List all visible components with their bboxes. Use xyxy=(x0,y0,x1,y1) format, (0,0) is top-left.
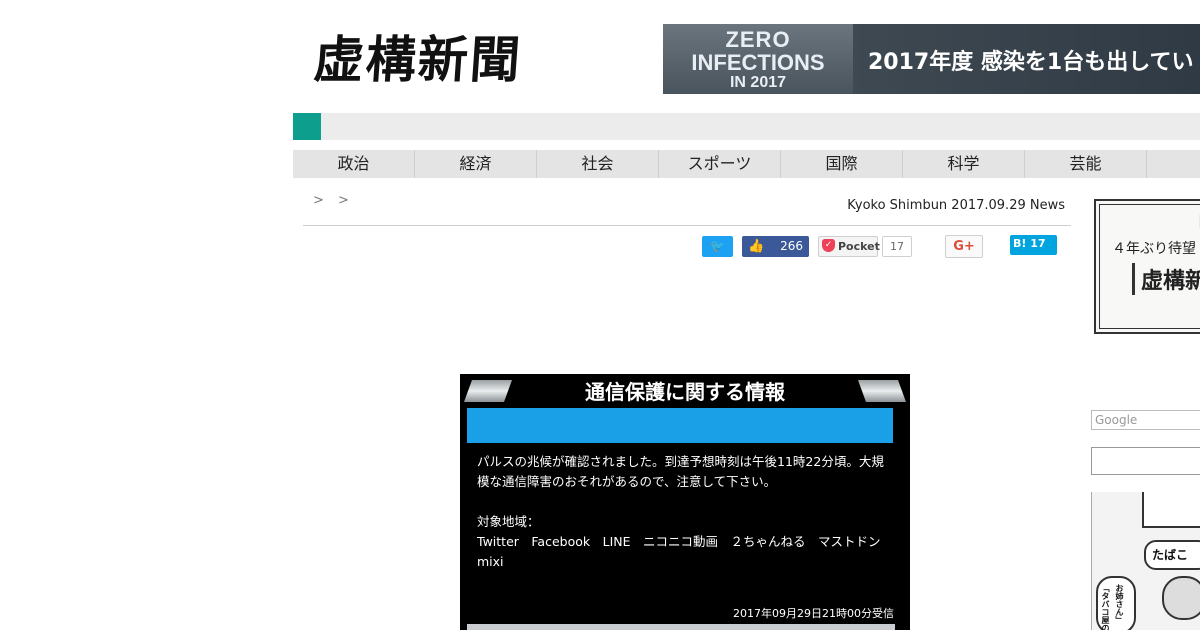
manga-bubble-text-2: 「タバコ屋の xyxy=(1101,584,1110,630)
pocket-save-button[interactable]: ✓ Pocket xyxy=(818,236,880,257)
breadcrumb[interactable]: > > xyxy=(313,193,349,208)
sidebar-ad-line2: ４年ぶり待望 xyxy=(1112,241,1196,257)
hatena-bookmark-button[interactable]: B! 17 xyxy=(1010,235,1057,255)
google-plus-button[interactable]: G+ xyxy=(945,235,983,258)
notice-blue-band xyxy=(467,408,893,443)
notice-bottom-bar xyxy=(467,624,895,630)
nav-item-regional[interactable]: 地 xyxy=(1147,150,1200,178)
twitter-share-button[interactable]: 🐦 xyxy=(702,236,733,257)
notice-region-label: 対象地域： xyxy=(477,514,540,529)
twitter-bird-icon: 🐦 xyxy=(710,239,725,253)
article-source: Kyoko Shimbun 2017.09.29 News xyxy=(847,198,1065,213)
site-logo[interactable]: 虚構新聞 xyxy=(312,28,524,92)
notice-received-time: 2017年09月29日21時00分受信 xyxy=(733,607,894,620)
sidebar-manga-ad[interactable]: たばこ 「タバコ屋の お姉さん」 xyxy=(1091,492,1200,630)
manga-speech-bubble: たばこ xyxy=(1144,540,1200,570)
nav-item-entertainment[interactable]: 芸能 xyxy=(1025,150,1147,178)
header-bar xyxy=(293,113,1200,140)
nav-item-society[interactable]: 社会 xyxy=(537,150,659,178)
main-nav: 政治 経済 社会 スポーツ 国際 科学 芸能 地 xyxy=(293,150,1200,178)
notice-regions: Twitter Facebook LINE ニコニコ動画 ２ちゃんねる マストド… xyxy=(477,534,894,569)
nav-item-sports[interactable]: スポーツ xyxy=(659,150,781,178)
manga-panel-top xyxy=(1142,492,1200,528)
header-bar-accent xyxy=(293,113,321,140)
nav-item-politics[interactable]: 政治 xyxy=(293,150,415,178)
manga-speech-bubble-2: 「タバコ屋の お姉さん」 xyxy=(1096,576,1136,630)
manga-character xyxy=(1162,576,1200,620)
banner-ad[interactable]: ZERO INFECTIONS IN 2017 2017年度 感染を1台も出して… xyxy=(663,24,1200,94)
notice-body: パルスの兆候が確認されました。到達予想時刻は午後11時22分頃。大規模な通信障害… xyxy=(477,452,893,572)
nav-item-economy[interactable]: 経済 xyxy=(415,150,537,178)
search-button[interactable] xyxy=(1091,447,1200,475)
banner-badge-line1: ZERO xyxy=(725,27,791,52)
nav-item-international[interactable]: 国際 xyxy=(781,150,903,178)
manga-bubble-text: たばこ xyxy=(1152,548,1189,562)
sidebar-book-ad[interactable]: 目 ４年ぶり待望 虚構新 xyxy=(1094,199,1200,334)
sidebar-ad-title: 虚構新 xyxy=(1132,263,1200,295)
sidebar-ad-frame: 目 ４年ぶり待望 虚構新 xyxy=(1099,204,1200,329)
article-image-notice: 通信保護に関する情報 パルスの兆候が確認されました。到達予想時刻は午後11時22… xyxy=(460,374,910,630)
banner-badge: ZERO INFECTIONS IN 2017 xyxy=(663,24,853,94)
hatena-label: B! xyxy=(1013,237,1027,250)
notice-title: 通信保護に関する情報 xyxy=(585,380,785,404)
banner-headline: 2017年度 感染を1台も出してい xyxy=(868,50,1194,75)
banner-badge-line2: INFECTIONS xyxy=(691,50,825,75)
google-search-input[interactable]: Google xyxy=(1091,410,1200,430)
pocket-icon: ✓ xyxy=(822,239,835,252)
thumbs-up-icon: 👍 xyxy=(748,239,765,254)
notice-message: パルスの兆候が確認されました。到達予想時刻は午後11時22分頃。大規模な通信障害… xyxy=(477,454,884,489)
facebook-like-count: 266 xyxy=(780,239,803,253)
manga-bubble-text-3: お姉さん」 xyxy=(1115,584,1124,624)
pocket-count: 17 xyxy=(882,236,912,257)
facebook-like-button[interactable]: 👍 266 xyxy=(742,236,809,257)
nav-item-science[interactable]: 科学 xyxy=(903,150,1025,178)
divider xyxy=(303,225,1071,226)
banner-badge-line3: IN 2017 xyxy=(729,74,787,91)
pocket-label: Pocket xyxy=(838,240,880,253)
hatena-count: 17 xyxy=(1030,237,1046,250)
